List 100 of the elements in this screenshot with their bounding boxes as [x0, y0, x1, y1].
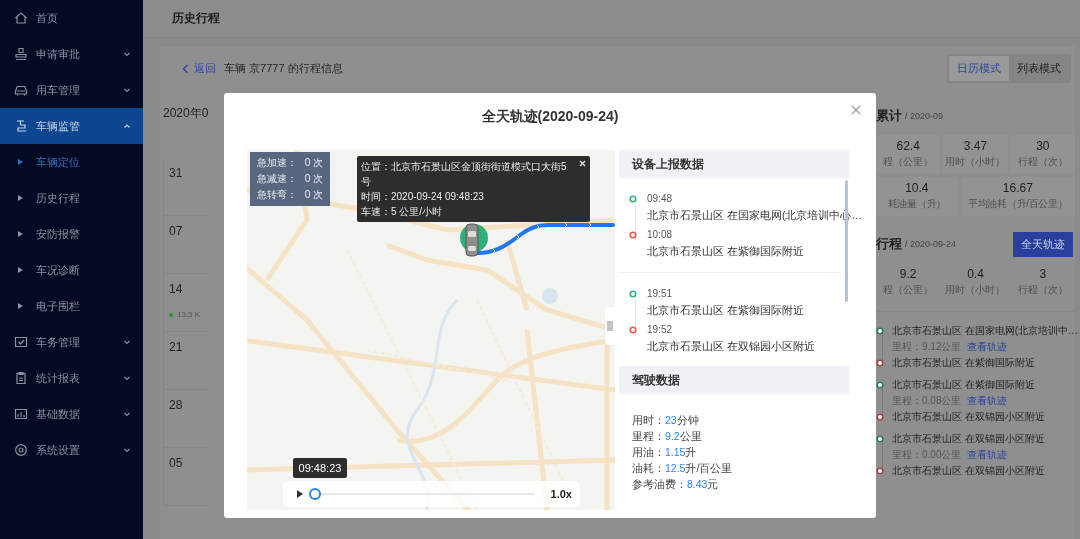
section-date: / 2020-09	[905, 111, 944, 121]
day-number: 31	[169, 166, 184, 180]
stamp-icon	[14, 47, 28, 61]
panel-header: 驾驶数据	[619, 366, 849, 394]
stat-value: 3	[1039, 267, 1047, 281]
report-time: 19:52	[647, 323, 674, 337]
trip-end: 北京市石景山区 在紫御国际附近	[892, 356, 1036, 370]
end-dot-icon	[629, 231, 637, 239]
vehicle-caption: 车辆 京7777 的行程信息	[224, 61, 344, 76]
section-title: 累计	[876, 107, 902, 125]
calendar-cell[interactable]: 07	[164, 216, 209, 274]
event-count: 0 次	[304, 188, 324, 202]
view-mode-tab[interactable]: 列表模式	[1009, 56, 1069, 81]
stat-label: 用时（小时）	[945, 155, 1006, 169]
event-count: 0 次	[304, 172, 324, 186]
driving-stat: 用油：1.15升	[632, 445, 698, 460]
event-label: 急减速：	[256, 172, 297, 186]
start-dot-icon	[629, 195, 637, 203]
report-place: 北京市石景山区 在双锦园小区附近	[647, 339, 816, 354]
event-label: 急加速：	[256, 156, 297, 170]
section-title: 行程	[876, 235, 902, 253]
chart-icon	[14, 407, 28, 421]
sidebar-item[interactable]: 首页	[0, 0, 143, 36]
modal-title: 全天轨迹(2020-09-24)	[481, 107, 619, 126]
triangle-icon	[18, 267, 23, 273]
sidebar-subitem[interactable]: 电子围栏	[0, 288, 143, 324]
report-time: 10:08	[647, 228, 674, 242]
driving-stat: 参考油费：8.43元	[632, 477, 720, 492]
triangle-icon	[18, 159, 23, 165]
clipboard-icon	[14, 371, 28, 385]
day-number: 21	[169, 340, 184, 354]
chevron-left-icon	[182, 63, 189, 74]
sidebar-item[interactable]: 车辆监管	[0, 108, 143, 144]
sidebar-item[interactable]: 系统设置	[0, 432, 143, 468]
stat-value: 0.4	[967, 267, 984, 281]
slider-thumb[interactable]	[309, 488, 321, 500]
settings-icon	[14, 443, 28, 457]
play-icon[interactable]	[297, 490, 303, 498]
event-count: 0 次	[304, 156, 324, 170]
event-label: 急转弯：	[256, 188, 297, 202]
start-dot-icon	[629, 290, 637, 298]
stat-label: 行程（次）	[1017, 155, 1068, 169]
calendar-cell[interactable]: 31	[164, 158, 209, 216]
day-number: 28	[169, 398, 184, 412]
grip-icon	[607, 321, 613, 331]
info-line: 时间：2020-09-24 09:48:23	[361, 190, 485, 204]
driving-stat: 用时：23分钟	[632, 413, 700, 428]
sidebar-item[interactable]: 申请审批	[0, 36, 143, 72]
panel-header: 设备上报数据	[619, 150, 849, 178]
report-place: 北京市石景山区 在紫御国际附近	[647, 303, 805, 318]
sidebar-subitem[interactable]: 历史行程	[0, 180, 143, 216]
stat-value: 10.4	[905, 181, 929, 195]
triangle-icon	[18, 231, 23, 237]
info-line: 车速：5 公里/小时	[361, 205, 444, 219]
calendar-cell[interactable]: 28	[164, 390, 209, 448]
report-time: 09:48	[647, 192, 674, 206]
checklist-icon	[14, 335, 28, 349]
trip-dot	[169, 312, 173, 317]
sidebar-subitem[interactable]: 车况诊断	[0, 252, 143, 288]
calendar-cell[interactable]: 21	[164, 332, 209, 390]
speed-control[interactable]: 1.0x	[550, 488, 572, 500]
end-dot-icon	[629, 326, 637, 334]
trip-start: 北京市石景山区 在紫御国际附近	[892, 378, 1036, 392]
stat-value: 9.2	[899, 267, 917, 281]
stat-label: 耗油量（升）	[887, 197, 946, 211]
info-line: 位置：北京市石景山区金顶街街道模式口大街5号	[361, 160, 568, 189]
sidebar-item[interactable]: 用车管理	[0, 72, 143, 108]
report-place: 北京市石景山区 在紫御国际附近	[647, 244, 805, 259]
sidebar-subitem[interactable]: 安防报警	[0, 216, 143, 252]
trip-start: 北京市石景山区 在双锦园小区附近	[892, 432, 1046, 446]
sidebar-item[interactable]: 车务管理	[0, 324, 143, 360]
driving-stat: 里程：9.2公里	[632, 429, 703, 444]
driving-stat: 油耗：12.5升/百公里	[632, 461, 734, 476]
home-icon	[14, 11, 28, 25]
stat-label: 行程（次）	[1017, 283, 1068, 297]
calendar-cell[interactable]: 05	[164, 448, 209, 506]
panel-handle[interactable]	[605, 307, 615, 345]
car-icon[interactable]	[463, 222, 481, 258]
full-day-track-button[interactable]: 全天轨迹	[1013, 231, 1073, 257]
stat-value: 3.47	[963, 139, 988, 153]
day-number: 14	[169, 282, 184, 296]
trip-start: 北京市石景山区 在国家电网(北京培训中…	[892, 324, 1079, 338]
time-tooltip: 09:48:23	[293, 458, 347, 478]
triangle-icon	[18, 303, 23, 309]
report-time: 19:51	[647, 287, 674, 301]
page-title: 历史行程	[172, 10, 220, 27]
sidebar-subitem[interactable]: 车辆定位	[0, 144, 143, 180]
stat-value: 62.4	[896, 139, 920, 153]
stat-value: 16.67	[1002, 181, 1033, 195]
day-number: 05	[169, 456, 184, 470]
sidebar-item[interactable]: 基础数据	[0, 396, 143, 432]
day-number: 07	[169, 224, 184, 238]
sidebar-item[interactable]: 统计报表	[0, 360, 143, 396]
triangle-icon	[18, 195, 23, 201]
section-date: / 2020-09-24	[905, 239, 957, 249]
trip-end: 北京市石景山区 在双锦园小区附近	[892, 410, 1046, 424]
trip-end: 北京市石景山区 在双锦园小区附近	[892, 464, 1046, 478]
car-icon	[14, 83, 28, 97]
path-icon	[14, 119, 28, 133]
calendar-heading: 2020年0	[163, 105, 209, 122]
